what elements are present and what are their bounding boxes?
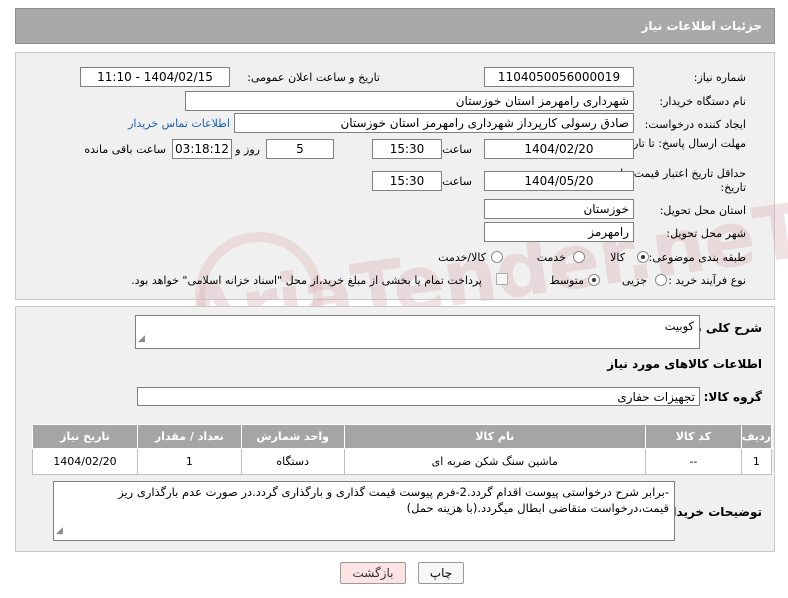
- buyer-label: نام دستگاه خریدار:: [659, 95, 746, 108]
- remaining-time-field: 03:18:12: [172, 139, 232, 159]
- page-header: جزئیات اطلاعات نیاز: [15, 8, 775, 44]
- description-text: کوبیت: [664, 319, 694, 333]
- remaining-label: ساعت باقی مانده: [84, 143, 166, 156]
- category-option-goods: کالا: [610, 251, 625, 264]
- col-need-date: تاریخ نیاز: [32, 424, 138, 449]
- process-radio-medium[interactable]: [588, 274, 600, 286]
- days-label: روز و: [235, 143, 260, 156]
- col-unit: واحد شمارش: [240, 424, 345, 449]
- buyer-notes-text: -برابر شرح درخواستی پیوست اقدام گردد.2-ف…: [118, 485, 669, 515]
- print-button[interactable]: چاپ: [418, 562, 464, 584]
- page-title: جزئیات اطلاعات نیاز: [641, 19, 762, 33]
- description-textarea[interactable]: کوبیت ◢: [135, 315, 700, 349]
- buyer-contact-link[interactable]: اطلاعات تماس خریدار: [128, 117, 230, 130]
- cell-row-number: 1: [740, 448, 773, 475]
- creator-label: ایجاد کننده درخواست:: [644, 118, 746, 131]
- city-label: شهر محل تحویل:: [666, 227, 746, 240]
- cell-unit: دستگاه: [240, 448, 345, 475]
- need-number-label: شماره نیاز:: [693, 71, 746, 84]
- process-option-minor: جزیی: [621, 274, 647, 287]
- treasury-payment-checkbox[interactable]: [496, 273, 508, 285]
- table-header-row: ردیف کد کالا نام کالا واحد شمارش تعداد /…: [32, 424, 773, 449]
- validity-time-field: 15:30: [372, 171, 442, 191]
- category-radio-goods[interactable]: [637, 251, 649, 263]
- col-quantity: تعداد / مقدار: [136, 424, 242, 449]
- cell-item-name: ماشین سنگ شکن ضربه ای: [343, 448, 646, 475]
- category-radio-both[interactable]: [491, 251, 503, 263]
- cell-item-code: --: [644, 448, 742, 475]
- cell-quantity: 1: [136, 448, 242, 475]
- col-row-number: ردیف: [740, 424, 773, 449]
- announce-field: 1404/02/15 - 11:10: [80, 67, 230, 87]
- creator-field: صادق رسولی کارپرداز شهرداری رامهرمز استا…: [234, 113, 634, 133]
- category-option-both: کالا/خدمت: [438, 251, 486, 264]
- province-label: استان محل تحویل:: [659, 204, 746, 217]
- items-section-title: اطلاعات کالاهای مورد نیاز: [607, 357, 762, 371]
- buyer-notes-label: توضیحات خریدار:: [660, 505, 762, 519]
- validity-label: حداقل تاریخ اعتبار قیمت: تا تاریخ:: [620, 167, 746, 194]
- validity-date-field: 1404/05/20: [484, 171, 634, 191]
- city-field: رامهرمز: [484, 222, 634, 242]
- deadline-time-field: 15:30: [372, 139, 442, 159]
- process-option-medium: متوسط: [549, 274, 584, 287]
- treasury-payment-note: پرداخت تمام یا بخشی از مبلغ خرید،از محل …: [131, 274, 482, 287]
- process-label: نوع فرآیند خرید :: [668, 274, 746, 287]
- days-field: 5: [266, 139, 334, 159]
- category-radio-service[interactable]: [573, 251, 585, 263]
- items-table: ردیف کد کالا نام کالا واحد شمارش تعداد /…: [32, 424, 773, 475]
- deadline-date-field: 1404/02/20: [484, 139, 634, 159]
- buyer-notes-textarea[interactable]: -برابر شرح درخواستی پیوست اقدام گردد.2-ف…: [53, 481, 675, 541]
- category-label: طبقه بندی موضوعی:: [648, 251, 746, 264]
- process-radio-minor[interactable]: [655, 274, 667, 286]
- goods-group-label: گروه کالا:: [703, 390, 762, 404]
- announce-label: تاریخ و ساعت اعلان عمومی:: [247, 71, 380, 84]
- category-option-service: خدمت: [536, 251, 566, 264]
- province-field: خوزستان: [484, 199, 634, 219]
- resize-grip-icon: ◢: [138, 334, 145, 344]
- buyer-field: شهرداری رامهرمز استان خوزستان: [185, 91, 634, 111]
- col-item-name: نام کالا: [343, 424, 646, 449]
- col-item-code: کد کالا: [644, 424, 742, 449]
- need-number-field: 1104050056000019: [484, 67, 634, 87]
- goods-group-field: تجهیزات حفاری: [137, 387, 700, 406]
- validity-time-label: ساعت: [442, 175, 472, 188]
- resize-grip-icon: ◢: [56, 526, 63, 536]
- deadline-time-label: ساعت: [442, 143, 472, 156]
- table-row: 1 -- ماشین سنگ شکن ضربه ای دستگاه 1 1404…: [32, 448, 773, 475]
- cell-need-date: 1404/02/20: [32, 448, 138, 475]
- back-button[interactable]: بازگشت: [340, 562, 406, 584]
- deadline-label: مهلت ارسال پاسخ: تا تاریخ:: [619, 137, 746, 150]
